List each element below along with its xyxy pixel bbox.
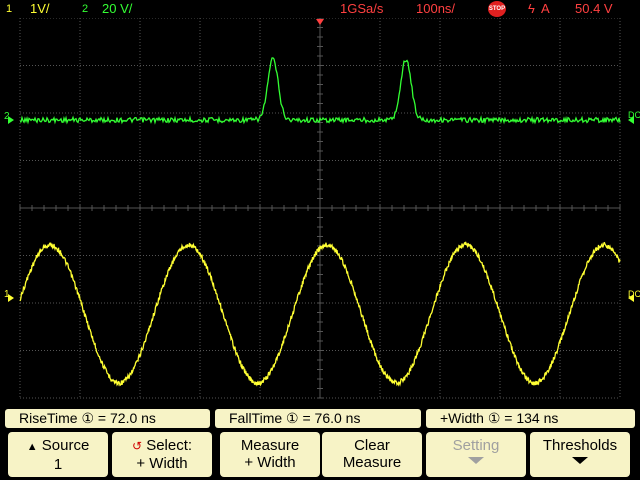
source-softkey[interactable]: ▲ Source 1 xyxy=(8,432,108,477)
clear-value: Measure xyxy=(342,454,402,471)
trigger-edge-icon: ϟ xyxy=(528,1,535,16)
measure-value: + Width xyxy=(244,454,296,471)
clear-label: Clear xyxy=(354,437,390,454)
svg-text:DC: DC xyxy=(628,289,640,299)
ch1-number: 1 xyxy=(6,3,13,15)
stop-icon: STOP xyxy=(488,1,506,17)
select-knob-icon: ↺ xyxy=(131,439,143,453)
ch2-right-marker: DC xyxy=(628,110,640,124)
ch1-scale: 1V/ xyxy=(30,1,50,16)
ch2-ground-marker: 2 xyxy=(4,111,14,124)
measure-softkey[interactable]: Measure + Width xyxy=(220,432,320,477)
ch2-scale: 20 V/ xyxy=(102,1,133,16)
waveform-display: 2 1 DC DC xyxy=(4,18,640,399)
trigger-level: 50.4 V xyxy=(575,1,613,16)
measure-label: Measure xyxy=(240,437,300,454)
softkey-bar: ▲ Source 1 ↺ Select: + Width Measure + W… xyxy=(0,430,640,480)
status-bar: 1 1V/ 2 20 V/ 1GSa/s 100ns/ STOP ϟ A 50.… xyxy=(0,0,640,18)
ch1-right-marker: DC xyxy=(628,289,640,302)
chevron-down-icon xyxy=(572,457,588,464)
up-arrow-icon: ▲ xyxy=(26,441,38,453)
sample-rate: 1GSa/s xyxy=(340,1,384,16)
source-value: 1 xyxy=(53,456,63,473)
svg-text:DC: DC xyxy=(628,110,640,120)
select-softkey[interactable]: ↺ Select: + Width xyxy=(112,432,212,477)
select-label: Select: xyxy=(146,437,193,454)
width-measurement: +Width ① = 134 ns xyxy=(426,409,635,428)
clear-measure-softkey[interactable]: Clear Measure xyxy=(322,432,422,477)
ch1-ground-marker: 1 xyxy=(4,289,14,302)
time-scale: 100ns/ xyxy=(416,1,456,16)
trigger-source: A xyxy=(541,1,550,16)
measurement-bar: RiseTime ① = 72.0 ns FallTime ① = 76.0 n… xyxy=(0,406,640,430)
select-value: + Width xyxy=(136,455,188,472)
ch2-number: 2 xyxy=(82,3,89,15)
thresholds-softkey[interactable]: Thresholds xyxy=(530,432,630,477)
trigger-position-marker xyxy=(316,19,324,25)
rise-time-measurement: RiseTime ① = 72.0 ns xyxy=(5,409,210,428)
thresholds-label: Thresholds xyxy=(542,437,618,454)
source-label: Source xyxy=(41,437,90,454)
fall-time-measurement: FallTime ① = 76.0 ns xyxy=(215,409,421,428)
setting-label: Setting xyxy=(452,437,500,454)
chevron-down-icon xyxy=(468,457,484,464)
graticule xyxy=(19,18,621,399)
setting-softkey[interactable]: Setting xyxy=(426,432,526,477)
